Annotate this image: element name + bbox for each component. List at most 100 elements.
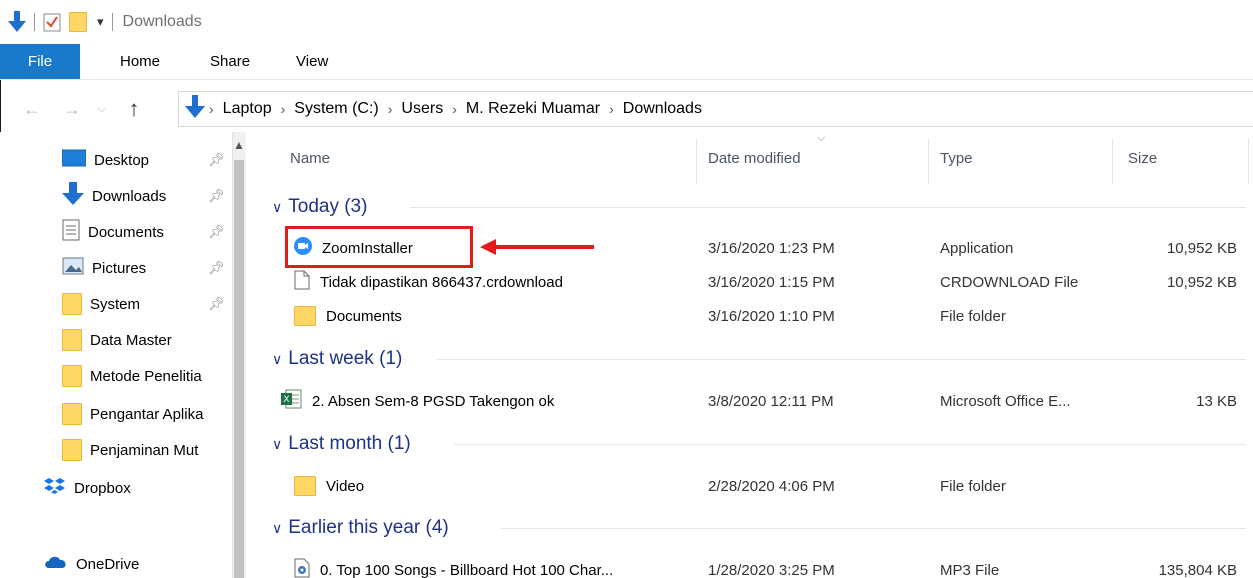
breadcrumb-separator[interactable]: › xyxy=(281,101,286,117)
column-divider[interactable] xyxy=(696,138,697,184)
title-bar: ▾ Downloads xyxy=(0,0,1253,44)
column-header-size[interactable]: Size xyxy=(1128,132,1157,184)
column-header-date[interactable]: Date modified xyxy=(708,132,801,184)
folder-icon xyxy=(62,365,82,387)
up-icon[interactable]: ↑ xyxy=(122,96,146,121)
file-size: 10,952 KB xyxy=(1166,239,1237,257)
breadcrumb-system-c[interactable]: System (C:) xyxy=(294,100,378,118)
tab-share[interactable]: Share xyxy=(190,44,274,79)
onedrive-icon xyxy=(44,555,68,573)
svg-text:X: X xyxy=(283,395,289,405)
breadcrumb-laptop[interactable]: Laptop xyxy=(223,100,272,118)
file-type: CRDOWNLOAD File xyxy=(940,273,1079,291)
sort-chevron-icon: ⌵ xyxy=(817,132,826,144)
nav-item-onedrive[interactable]: OneDrive xyxy=(44,546,216,578)
address-bar[interactable]: › Laptop › System (C:) › Users › M. Reze… xyxy=(178,91,1253,127)
file-type: File folder xyxy=(940,477,1006,495)
arrow-left-icon xyxy=(480,239,496,255)
navigation-bar: ← → ⌵ ↑ › Laptop › System (C:) › Users ›… xyxy=(0,86,1253,132)
file-name: 0. Top 100 Songs - Billboard Hot 100 Cha… xyxy=(320,561,614,578)
annotation-arrow xyxy=(490,245,594,249)
downloads-location-icon xyxy=(185,95,205,123)
navigation-pane: Desktop Downloads Documents Pictures Sys… xyxy=(0,132,260,578)
nav-item-pengantar-aplikasi[interactable]: Pengantar Aplika xyxy=(62,396,234,432)
new-folder-icon[interactable] xyxy=(69,12,87,32)
window-title: Downloads xyxy=(122,13,202,30)
chevron-down-icon: ∨ xyxy=(272,198,283,215)
breadcrumb-user[interactable]: M. Rezeki Muamar xyxy=(466,100,600,118)
file-size: 135,804 KB xyxy=(1158,561,1237,578)
nav-item-data-master[interactable]: Data Master xyxy=(62,322,234,358)
back-icon[interactable]: ← xyxy=(20,97,44,121)
file-date: 3/16/2020 1:10 PM xyxy=(708,307,835,325)
breadcrumb-separator[interactable]: › xyxy=(209,101,214,117)
breadcrumb-users[interactable]: Users xyxy=(401,100,443,118)
chevron-down-icon: ∨ xyxy=(272,350,283,367)
nav-item-penjaminan-mutu[interactable]: Penjaminan Mut xyxy=(62,432,234,468)
title-separator xyxy=(111,13,113,31)
file-date: 2/28/2020 4:06 PM xyxy=(708,477,835,495)
file-name: 2. Absen Sem-8 PGSD Takengon ok xyxy=(312,392,555,410)
file-type: File folder xyxy=(940,307,1006,325)
title-separator xyxy=(34,13,35,31)
group-header-last-month[interactable]: ∨ Last month (1) xyxy=(272,427,411,461)
pin-icon[interactable]: 📌︎ xyxy=(208,152,225,168)
nav-item-dropbox[interactable]: Dropbox xyxy=(44,470,216,506)
file-date: 3/16/2020 1:15 PM xyxy=(708,273,835,291)
breadcrumb-separator[interactable]: › xyxy=(452,101,457,117)
properties-icon[interactable] xyxy=(43,12,61,32)
scroll-up-icon[interactable]: ▲ xyxy=(232,138,246,152)
file-row[interactable]: Tidak dipastikan 866437.crdownload 3/16/… xyxy=(262,265,1253,299)
file-list: Name Date modified ⌵ Type Size ∨ Today (… xyxy=(262,132,1253,578)
pin-icon[interactable]: 📌︎ xyxy=(208,188,225,204)
folder-icon xyxy=(62,439,82,461)
pin-icon[interactable]: 📌︎ xyxy=(208,224,225,240)
tab-file[interactable]: File xyxy=(0,44,80,79)
folder-icon xyxy=(294,306,316,326)
downloads-arrow-icon[interactable] xyxy=(8,11,26,33)
file-row[interactable]: Documents 3/16/2020 1:10 PM File folder xyxy=(262,299,1253,333)
file-date: 3/8/2020 12:11 PM xyxy=(708,392,834,410)
breadcrumb-downloads[interactable]: Downloads xyxy=(623,100,702,118)
dropbox-icon xyxy=(44,477,66,499)
file-type: MP3 File xyxy=(940,561,1000,578)
group-header-last-week[interactable]: ∨ Last week (1) xyxy=(272,342,402,376)
folder-icon xyxy=(62,403,82,425)
column-divider[interactable] xyxy=(1248,138,1249,184)
column-header-type[interactable]: Type xyxy=(940,132,973,184)
breadcrumb-separator[interactable]: › xyxy=(609,101,614,117)
column-divider[interactable] xyxy=(1112,138,1113,184)
column-header-name[interactable]: Name xyxy=(290,132,330,184)
highlight-box xyxy=(285,226,473,268)
recent-locations-icon[interactable]: ⌵ xyxy=(90,97,114,121)
file-row[interactable]: Video 2/28/2020 4:06 PM File folder xyxy=(262,469,1253,503)
tab-view[interactable]: View xyxy=(274,44,352,79)
file-type: Microsoft Office E... xyxy=(940,392,1071,410)
file-name: Tidak dipastikan 866437.crdownload xyxy=(320,273,563,291)
nav-item-metode-penelitian[interactable]: Metode Penelitia xyxy=(62,358,234,394)
pin-icon[interactable]: 📌︎ xyxy=(208,260,225,276)
blank-file-icon xyxy=(294,270,310,294)
group-divider xyxy=(437,359,1246,360)
file-row[interactable]: 0. Top 100 Songs - Billboard Hot 100 Cha… xyxy=(262,553,1253,578)
file-name: Video xyxy=(326,477,365,495)
file-date: 3/16/2020 1:23 PM xyxy=(708,239,835,257)
file-size: 13 KB xyxy=(1196,392,1237,410)
group-header-today[interactable]: ∨ Today (3) xyxy=(272,190,367,224)
breadcrumb-separator[interactable]: › xyxy=(388,101,393,117)
desktop-icon xyxy=(62,149,87,171)
pictures-icon xyxy=(62,257,84,279)
customize-toolbar-icon[interactable]: ▾ xyxy=(97,14,104,30)
nav-scrollbar-thumb[interactable] xyxy=(234,160,244,578)
column-divider[interactable] xyxy=(928,138,929,184)
pin-icon[interactable]: 📌︎ xyxy=(208,296,225,312)
documents-icon xyxy=(62,219,80,245)
downloads-icon xyxy=(62,182,84,210)
mp3-icon xyxy=(294,558,310,578)
forward-icon[interactable]: → xyxy=(60,97,84,121)
group-header-earlier-this-year[interactable]: ∨ Earlier this year (4) xyxy=(272,511,449,545)
excel-icon: X xyxy=(280,389,302,413)
file-row[interactable]: X 2. Absen Sem-8 PGSD Takengon ok 3/8/20… xyxy=(262,384,1253,418)
file-date: 1/28/2020 3:25 PM xyxy=(708,561,835,578)
tab-home[interactable]: Home xyxy=(80,44,190,79)
